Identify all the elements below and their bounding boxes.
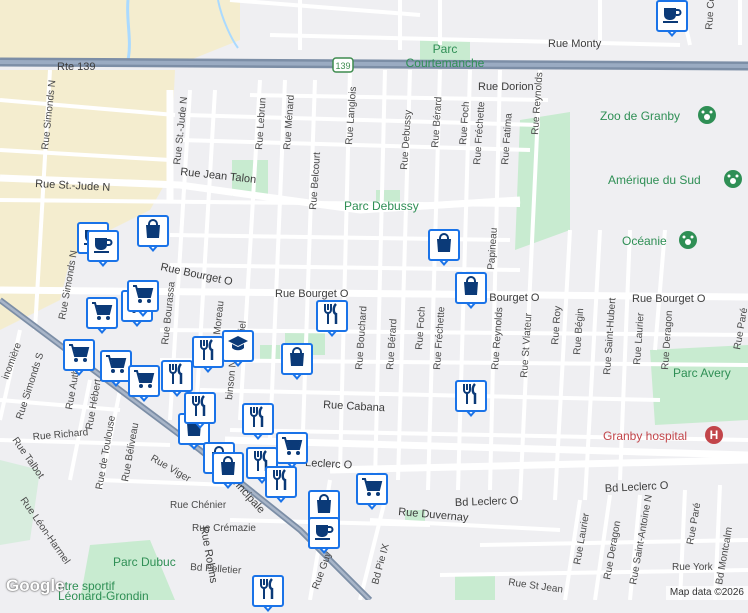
restaurant-icon (199, 338, 217, 366)
poi-marker-supermarket[interactable] (128, 365, 164, 403)
zoo-icon (698, 106, 716, 124)
map-attribution[interactable]: Map data ©2026 (665, 586, 748, 600)
restaurant-icon (272, 468, 290, 496)
shopping-cart-icon (133, 369, 155, 394)
shopping-bag-icon (435, 232, 453, 258)
route-139-shield: 139 (332, 57, 354, 73)
svg-text:H: H (710, 428, 719, 442)
shopping-cart-icon (281, 436, 303, 461)
restaurant-icon (249, 405, 267, 433)
zoo-icon (679, 231, 697, 249)
street-label-leclerc-left: Leclerc O (305, 457, 353, 471)
place-label-parc-avery: Parc Avery (673, 366, 731, 380)
place-label-leonard-grondin: Léonard-Grondin (58, 589, 149, 600)
place-label-parc-dubuc: Parc Dubuc (113, 555, 176, 569)
zoo-icon (724, 170, 742, 188)
poi-marker-store[interactable] (455, 272, 491, 310)
poi-marker-supermarket[interactable] (356, 473, 392, 511)
street-label-bourget-o-far: Rue Bourget O (632, 293, 706, 305)
street-label-rte139: Rte 139 (57, 61, 96, 73)
poi-marker-store[interactable] (281, 343, 317, 381)
street-label-monty: Rue Monty (548, 38, 602, 50)
shopping-cart-icon (361, 477, 383, 502)
poi-marker-supermarket[interactable] (127, 280, 163, 318)
restaurant-icon (462, 382, 480, 410)
shopping-cart-icon (105, 354, 127, 379)
poi-marker-restaurant[interactable] (184, 392, 220, 430)
poi-marker-school[interactable] (222, 330, 258, 368)
shopping-cart-icon (68, 343, 90, 368)
cafe-icon (314, 522, 334, 545)
poi-marker-supermarket[interactable] (276, 432, 312, 470)
restaurant-icon (168, 362, 186, 390)
street-label-chenier: Rue Chénier (170, 500, 227, 511)
place-label-hospital: Granby hospital (603, 429, 687, 443)
street-label-leclerc-mid: Bd Leclerc O (455, 495, 519, 509)
cafe-icon (93, 235, 113, 258)
poi-marker-restaurant[interactable] (455, 380, 491, 418)
poi-marker-restaurant[interactable] (265, 466, 301, 504)
place-label-courtemanche: Courtemanche (406, 56, 485, 70)
poi-marker-supermarket[interactable] (86, 297, 122, 335)
cafe-icon (662, 5, 682, 28)
poi-marker-restaurant[interactable] (252, 575, 288, 613)
poi-marker-cafe[interactable] (87, 230, 123, 268)
hospital-icon: H (705, 426, 723, 444)
restaurant-icon (323, 302, 341, 330)
place-label-parc-debussy: Parc Debussy (344, 199, 419, 213)
school-icon (227, 335, 249, 358)
poi-marker-restaurant[interactable] (316, 300, 352, 338)
svg-text:139: 139 (335, 61, 350, 71)
poi-marker-store[interactable] (212, 452, 248, 490)
poi-marker-cafe[interactable] (656, 0, 692, 38)
restaurant-icon (191, 394, 209, 422)
restaurant-icon (259, 577, 277, 605)
poi-marker-restaurant[interactable] (242, 403, 278, 441)
poi-marker-supermarket[interactable] (63, 339, 99, 377)
shopping-cart-icon (132, 284, 154, 309)
shopping-bag-icon (144, 218, 162, 244)
place-label-zoo: Zoo de Granby (600, 109, 680, 123)
shopping-bag-icon (462, 275, 480, 301)
poi-marker-store[interactable] (428, 229, 464, 267)
shopping-bag-icon (288, 346, 306, 372)
shopping-cart-icon (91, 301, 113, 326)
street-label-york: Rue York (672, 562, 714, 573)
place-label-parc: Parc (433, 42, 458, 56)
poi-marker-cafe[interactable] (308, 517, 344, 555)
place-label-oceanie: Océanie (622, 234, 667, 248)
shopping-bag-icon (219, 455, 237, 481)
street-label-dorion: Rue Dorion (478, 81, 534, 93)
shopping-bag-icon (315, 493, 333, 519)
google-logo: Google (6, 576, 65, 595)
poi-marker-store[interactable] (137, 215, 173, 253)
street-label-bourget-o-mid: Rue Bourget O (275, 288, 349, 300)
place-label-amerique: Amérique du Sud (608, 173, 701, 187)
